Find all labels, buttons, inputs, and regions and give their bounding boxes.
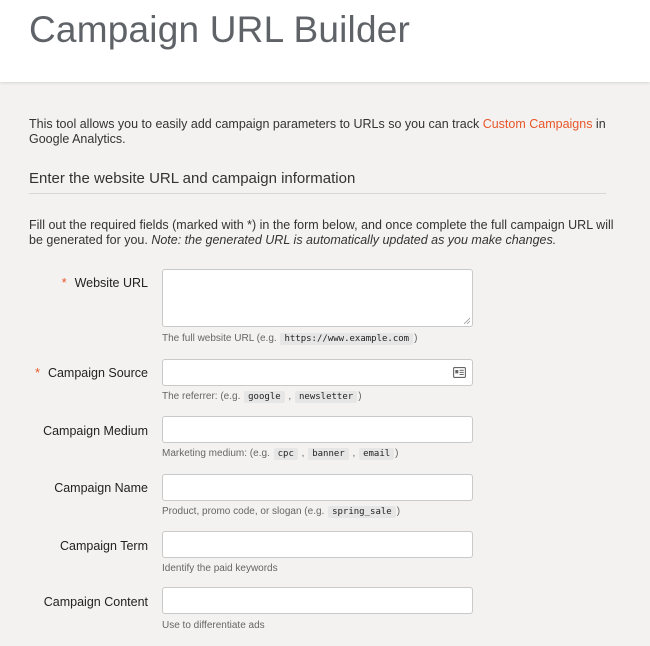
separator: ,: [285, 391, 294, 402]
campaign-content-help: Use to differentiate ads: [162, 620, 265, 631]
campaign-medium-label: Campaign Medium: [43, 424, 148, 438]
website-url-label: * Website URL: [62, 276, 148, 290]
website-url-label-text: Website URL: [74, 276, 148, 290]
help-text-end: ): [395, 448, 399, 459]
campaign-content-label: Campaign Content: [43, 595, 148, 609]
help-text: Marketing medium: (e.g.: [162, 448, 273, 459]
instructions-note: Note: the generated URL is automatically…: [151, 233, 557, 247]
intro-text: This tool allows you to easily add campa…: [29, 117, 619, 147]
campaign-term-label: Campaign Term: [59, 539, 148, 553]
example-code: email: [359, 448, 395, 460]
example-code: https://www.example.com: [280, 333, 414, 345]
section-divider: [29, 193, 606, 194]
help-text: The referrer: (e.g.: [162, 391, 244, 402]
campaign-medium-field[interactable]: [162, 416, 473, 443]
example-code: newsletter: [295, 391, 358, 403]
page-title: Campaign URL Builder: [29, 9, 411, 50]
website-url-help: The full website URL (e.g. https://www.e…: [162, 333, 418, 345]
campaign-content-field[interactable]: [162, 587, 473, 614]
instructions-text: Fill out the required fields (marked wit…: [29, 218, 619, 248]
campaign-name-label: Campaign Name: [54, 481, 148, 495]
campaign-source-help: The referrer: (e.g. google , newsletter): [162, 391, 362, 403]
help-text: Product, promo code, or slogan (e.g.: [162, 506, 328, 517]
help-text-end: ): [414, 333, 418, 344]
website-url-field[interactable]: [162, 269, 473, 327]
required-marker: *: [61, 276, 67, 290]
required-marker: *: [35, 366, 40, 380]
campaign-source-label-text: Campaign Source: [47, 366, 148, 380]
example-code: spring_sale: [328, 506, 396, 518]
help-text: The full website URL (e.g.: [162, 333, 280, 344]
help-text-end: ): [396, 506, 401, 517]
campaign-name-help: Product, promo code, or slogan (e.g. spr…: [162, 506, 401, 518]
campaign-name-field[interactable]: [162, 474, 473, 501]
campaign-source-label: * Campaign Source: [35, 366, 148, 380]
intro-text-before: This tool allows you to easily add campa…: [29, 117, 483, 131]
contact-card-icon[interactable]: [453, 367, 466, 378]
section-title: Enter the website URL and campaign infor…: [29, 170, 356, 187]
example-code: google: [244, 391, 285, 403]
help-text-end: ): [358, 391, 362, 402]
custom-campaigns-link[interactable]: Custom Campaigns: [483, 117, 593, 131]
resize-grip-icon[interactable]: [463, 317, 470, 324]
campaign-medium-help: Marketing medium: (e.g. cpc , banner , e…: [162, 448, 399, 460]
page-header: Campaign URL Builder: [0, 0, 650, 82]
example-code: cpc: [273, 448, 298, 460]
example-code: banner: [308, 448, 349, 460]
campaign-source-field[interactable]: [162, 359, 473, 386]
separator: ,: [349, 448, 359, 459]
campaign-term-field[interactable]: [162, 531, 473, 558]
campaign-term-help: Identify the paid keywords: [162, 563, 278, 574]
separator: ,: [298, 448, 308, 459]
